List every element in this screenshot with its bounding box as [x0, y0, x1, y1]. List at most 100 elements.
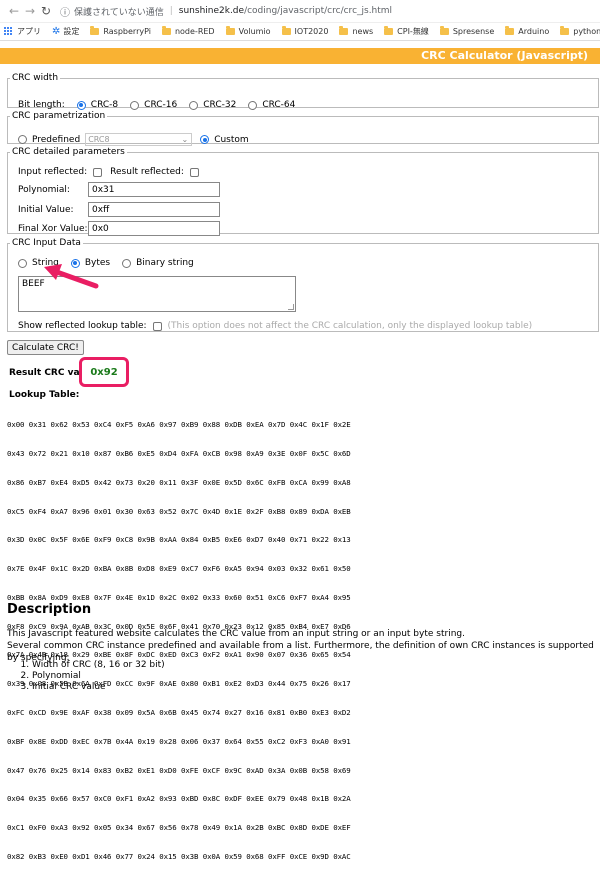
folder-icon — [505, 26, 515, 35]
info-icon[interactable]: ⓘ — [60, 4, 70, 19]
radio-custom[interactable] — [200, 135, 210, 144]
calculate-crc-button[interactable]: Calculate CRC! — [7, 340, 84, 355]
bookmark-folder[interactable]: RaspberryPi — [90, 26, 151, 36]
apps-grid-icon — [4, 27, 13, 36]
list-item: Width of CRC (8, 16 or 32 bit) — [32, 660, 165, 671]
url-path: /coding/javascript/crc/crc_js.html — [244, 6, 393, 16]
page-header: CRC Calculator (Javascript) — [0, 48, 600, 64]
back-arrow-icon[interactable]: ← — [6, 4, 22, 18]
lookup-row: 0x7E 0x4F 0x1C 0x2D 0xBA 0x8B 0xD8 0xE9 … — [7, 564, 351, 574]
gear-icon: ✲ — [52, 26, 61, 37]
crc-parametrization-legend: CRC parametrization — [12, 111, 106, 121]
folder-icon — [339, 26, 349, 35]
radio-crc8[interactable] — [76, 100, 86, 110]
lookup-row: 0x86 0xB7 0xE4 0xD5 0x42 0x73 0x20 0x11 … — [7, 477, 351, 487]
predefined-select[interactable]: CRC8 ⌄ — [85, 133, 193, 146]
radio-crc64[interactable] — [248, 100, 258, 110]
bit-length-label: Bit length: — [18, 100, 65, 110]
folder-icon — [384, 26, 394, 35]
crc-width-legend: CRC width — [12, 73, 59, 83]
bookmark-folder[interactable]: CPI-無線 — [384, 26, 429, 37]
radio-predefined[interactable] — [18, 135, 27, 144]
input-reflected-checkbox[interactable] — [93, 167, 103, 177]
description-list: Width of CRC (8, 16 or 32 bit) Polynomia… — [22, 660, 165, 693]
polynomial-label: Polynomial: — [18, 185, 70, 195]
lookup-row: 0xBB 0x8A 0xD9 0xE8 0x7F 0x4E 0x1D 0x2C … — [7, 592, 351, 602]
radio-crc8-label: CRC-8 — [90, 100, 119, 110]
description-title: Description — [7, 602, 92, 617]
lookup-row: 0x47 0x76 0x25 0x14 0x83 0xB2 0xE1 0xD0 … — [7, 765, 351, 775]
bookmark-folder[interactable]: Arduino — [505, 26, 549, 36]
lookup-row: 0xC5 0xF4 0xA7 0x96 0x01 0x30 0x63 0x52 … — [7, 506, 351, 516]
lookup-row: 0xFC 0xCD 0x9E 0xAF 0x38 0x09 0x5A 0x6B … — [7, 708, 351, 717]
url-separator: | — [169, 6, 173, 16]
initial-value-input[interactable]: 0xff — [88, 202, 220, 217]
polynomial-input[interactable]: 0x31 — [88, 182, 220, 197]
crc-parametrization-group: CRC parametrization Predefined CRC8 ⌄ Cu… — [7, 111, 599, 146]
predefined-select-value: CRC8 — [88, 135, 110, 144]
folder-icon — [560, 26, 570, 35]
input-reflected-label: Input reflected: — [18, 167, 88, 177]
custom-label: Custom — [214, 134, 249, 145]
lookup-table-label: Lookup Table: — [9, 390, 80, 400]
bookmark-settings[interactable]: ✲ 設定 — [52, 26, 79, 37]
page-title: CRC Calculator (Javascript) — [421, 49, 588, 62]
predefined-label: Predefined — [32, 134, 81, 145]
list-item: Initial CRC value — [32, 682, 165, 693]
folder-icon — [439, 26, 449, 35]
folder-icon — [161, 26, 171, 35]
bookmarks-bar: アプリ ✲ 設定 RaspberryPi node-RED Volumio IO… — [0, 23, 600, 41]
reflected-lookup-checkbox[interactable] — [152, 321, 162, 331]
final-xor-label: Final Xor Value: — [18, 224, 88, 234]
folder-icon — [225, 26, 235, 35]
crc-detailed-group: CRC detailed parameters Input reflected:… — [7, 147, 599, 236]
crc-input-data-legend: CRC Input Data — [12, 238, 81, 248]
lookup-row: 0x04 0x35 0x66 0x57 0xC0 0xF1 0xA2 0x93 … — [7, 794, 351, 804]
radio-crc32-label: CRC-32 — [203, 100, 237, 110]
final-xor-input[interactable]: 0x0 — [88, 221, 220, 236]
radio-crc32[interactable] — [189, 100, 199, 110]
radio-binary-string[interactable] — [122, 258, 132, 268]
lookup-row: 0xC1 0xF0 0xA3 0x92 0x05 0x34 0x67 0x56 … — [7, 823, 351, 833]
lookup-row: 0xBF 0x8E 0xDD 0xEC 0x7B 0x4A 0x19 0x28 … — [7, 736, 351, 746]
lookup-row: 0x3D 0x0C 0x5F 0x6E 0xF9 0xC8 0x9B 0xAA … — [7, 535, 351, 545]
url-box[interactable]: ⓘ 保護されていない通信 | sunshine2k.de /coding/jav… — [60, 4, 392, 19]
lookup-row: 0x82 0xB3 0xE0 0xD1 0x46 0x77 0x24 0x15 … — [7, 851, 351, 861]
radio-crc16-label: CRC-16 — [144, 100, 178, 110]
result-reflected-checkbox[interactable] — [189, 167, 199, 177]
annotation-arrow-icon — [44, 264, 99, 289]
result-value: 0x92 — [90, 366, 118, 378]
radio-binary-string-label: Binary string — [136, 258, 194, 268]
crc-width-group: CRC width Bit length: CRC-8 CRC-16 CRC-3… — [7, 73, 599, 110]
description-para-1: This Javascript featured website calcula… — [7, 629, 465, 639]
reflected-lookup-label: Show reflected lookup table: — [18, 321, 147, 331]
list-item: Polynomial — [32, 671, 165, 682]
crc-detailed-legend: CRC detailed parameters — [12, 147, 125, 157]
radio-string[interactable] — [18, 258, 27, 268]
radio-crc64-label: CRC-64 — [262, 100, 296, 110]
bookmark-folder[interactable]: IOT2020 — [281, 26, 328, 36]
result-reflected-label: Result reflected: — [110, 167, 184, 177]
radio-crc16[interactable] — [130, 100, 140, 110]
description-text: This Javascript featured website calcula… — [7, 628, 600, 664]
lookup-row: 0x00 0x31 0x62 0x53 0xC4 0xF5 0xA6 0x97 … — [7, 420, 351, 430]
bookmark-folder[interactable]: Volumio — [225, 26, 271, 36]
forward-arrow-icon[interactable]: → — [22, 4, 38, 18]
bookmark-apps[interactable]: アプリ — [4, 26, 41, 37]
result-value-box: 0x92 — [79, 357, 129, 387]
reload-icon[interactable]: ↻ — [38, 4, 54, 18]
lookup-row: 0x43 0x72 0x21 0x10 0x87 0xB6 0xE5 0xD4 … — [7, 448, 351, 458]
address-bar: ← → ↻ ⓘ 保護されていない通信 | sunshine2k.de /codi… — [0, 0, 600, 23]
folder-icon — [281, 26, 291, 35]
security-label: 保護されていない通信 — [74, 7, 164, 18]
bookmark-folder[interactable]: node-RED — [161, 26, 215, 36]
initial-value-label: Initial Value: — [18, 205, 74, 215]
bookmark-folder[interactable]: python — [560, 26, 600, 36]
bookmark-folder[interactable]: news — [339, 26, 373, 36]
chevron-down-icon: ⌄ — [181, 135, 189, 144]
bookmark-folder[interactable]: Spresense — [439, 26, 494, 36]
folder-icon — [90, 26, 100, 35]
reflected-lookup-note: (This option does not affect the CRC cal… — [167, 321, 533, 331]
url-host: sunshine2k.de — [178, 6, 245, 16]
resize-handle-icon[interactable] — [288, 304, 294, 310]
